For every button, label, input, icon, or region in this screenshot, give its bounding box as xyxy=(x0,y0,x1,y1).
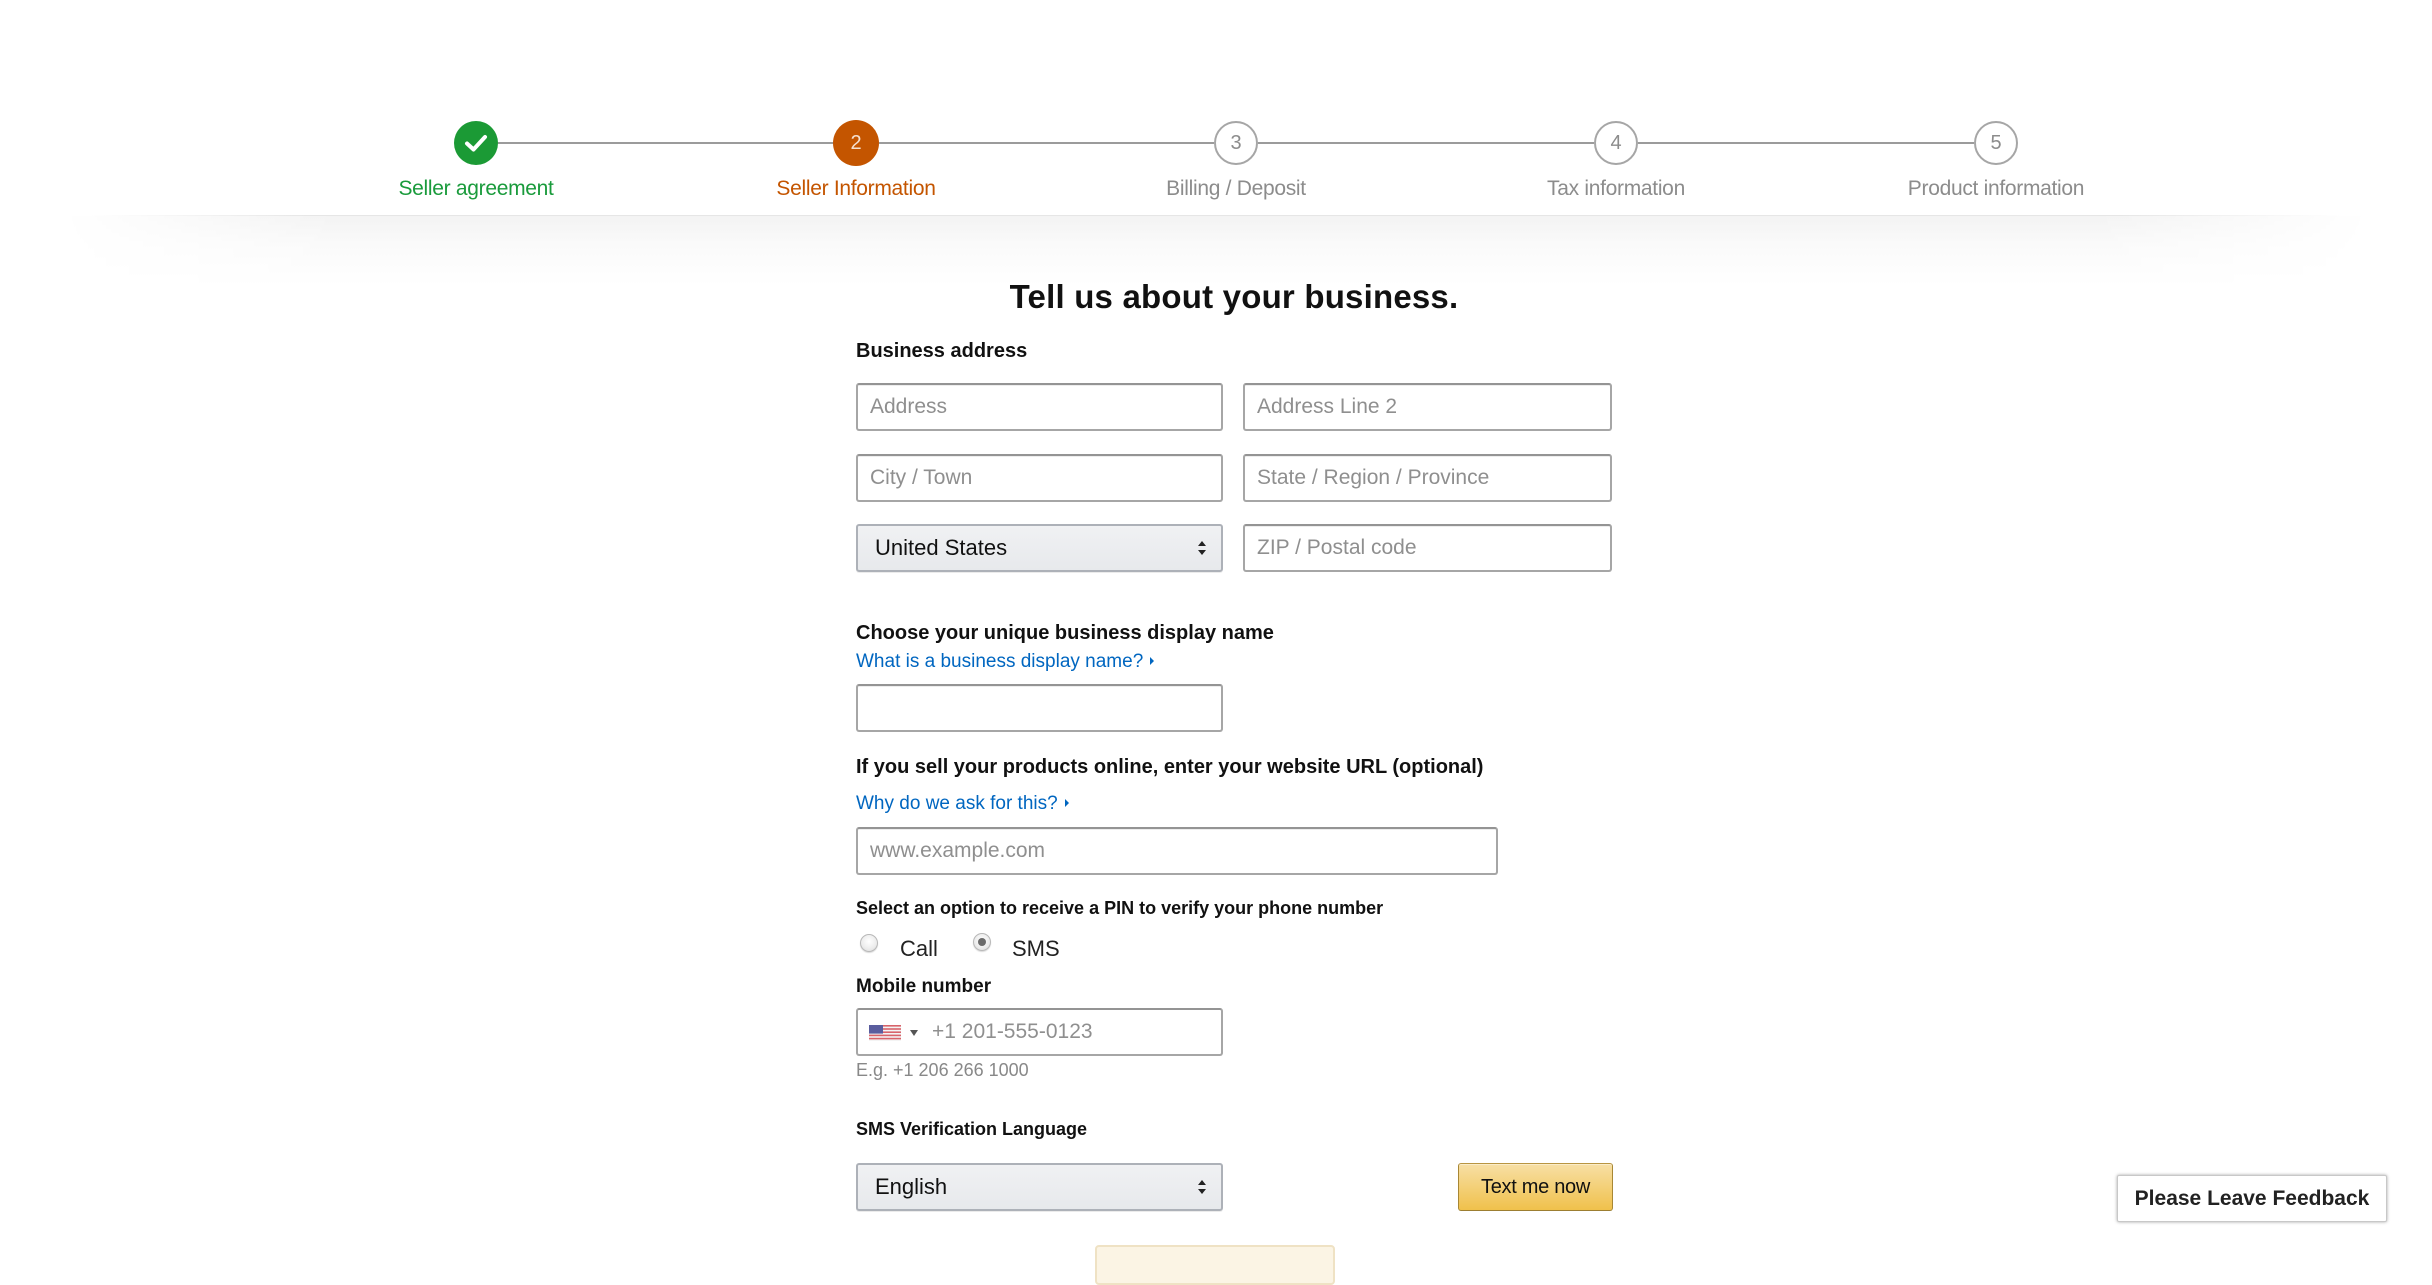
sms-language-value: English xyxy=(875,1174,948,1199)
next-button[interactable] xyxy=(1095,1245,1335,1285)
step-1-label: Seller agreement xyxy=(398,177,554,200)
page-title: Tell us about your business. xyxy=(1009,278,1459,315)
step-3-label: Billing / Deposit xyxy=(1166,177,1306,200)
mobile-number-input[interactable] xyxy=(932,1010,1217,1054)
address-input[interactable] xyxy=(856,383,1223,431)
country-select[interactable]: United States xyxy=(856,524,1223,572)
step-1-complete-badge xyxy=(454,121,498,165)
step-5-label: Product information xyxy=(1907,177,2085,200)
us-flag-icon[interactable] xyxy=(869,1025,901,1041)
country-code-dropdown-icon[interactable] xyxy=(910,1030,918,1036)
step-4-number: 4 xyxy=(1594,121,1638,165)
sms-radio[interactable] xyxy=(973,933,991,951)
state-input[interactable] xyxy=(1243,454,1612,502)
select-arrows-icon xyxy=(1198,541,1206,555)
select-arrows-icon xyxy=(1198,1180,1206,1194)
step-5-number: 5 xyxy=(1974,121,2018,165)
header-shadow xyxy=(60,216,2372,286)
country-select-value: United States xyxy=(875,535,1008,560)
checkmark-icon xyxy=(465,135,487,152)
display-name-help-link[interactable]: What is a business display name? xyxy=(856,651,1155,673)
leave-feedback-button[interactable]: Please Leave Feedback xyxy=(2117,1175,2387,1222)
website-help-text: Why do we ask for this? xyxy=(856,793,1058,814)
display-name-help-text: What is a business display name? xyxy=(856,651,1144,672)
sms-radio-label[interactable]: SMS xyxy=(1012,936,1060,962)
caret-right-icon xyxy=(1150,656,1155,665)
step-connector xyxy=(1258,142,1594,144)
business-address-label: Business address xyxy=(856,340,1028,362)
step-connector xyxy=(498,142,834,144)
website-url-input[interactable] xyxy=(856,827,1498,875)
display-name-input[interactable] xyxy=(856,684,1223,732)
step-2-number: 2 xyxy=(833,120,879,166)
website-label: If you sell your products online, enter … xyxy=(856,756,1484,778)
caret-right-icon xyxy=(1064,798,1069,807)
step-connector xyxy=(879,142,1214,144)
mobile-number-label: Mobile number xyxy=(856,976,992,997)
step-2-label: Seller Information xyxy=(776,177,936,200)
pin-option-label: Select an option to receive a PIN to ver… xyxy=(856,898,1384,918)
sms-language-label: SMS Verification Language xyxy=(856,1119,1088,1139)
step-4-label: Tax information xyxy=(1547,177,1685,200)
call-radio[interactable] xyxy=(860,934,878,952)
step-3-number: 3 xyxy=(1214,121,1258,165)
city-input[interactable] xyxy=(856,454,1223,502)
mobile-number-field[interactable] xyxy=(856,1008,1223,1056)
sms-language-select[interactable]: English xyxy=(856,1163,1223,1211)
address-line2-input[interactable] xyxy=(1243,383,1612,431)
zip-input[interactable] xyxy=(1243,524,1612,572)
call-radio-label[interactable]: Call xyxy=(900,936,938,962)
website-help-link[interactable]: Why do we ask for this? xyxy=(856,793,1069,815)
mobile-number-hint: E.g. +1 206 266 1000 xyxy=(856,1060,1029,1080)
step-connector xyxy=(1638,142,1974,144)
display-name-label: Choose your unique business display name xyxy=(856,622,1274,644)
text-me-now-button[interactable]: Text me now xyxy=(1458,1163,1613,1211)
